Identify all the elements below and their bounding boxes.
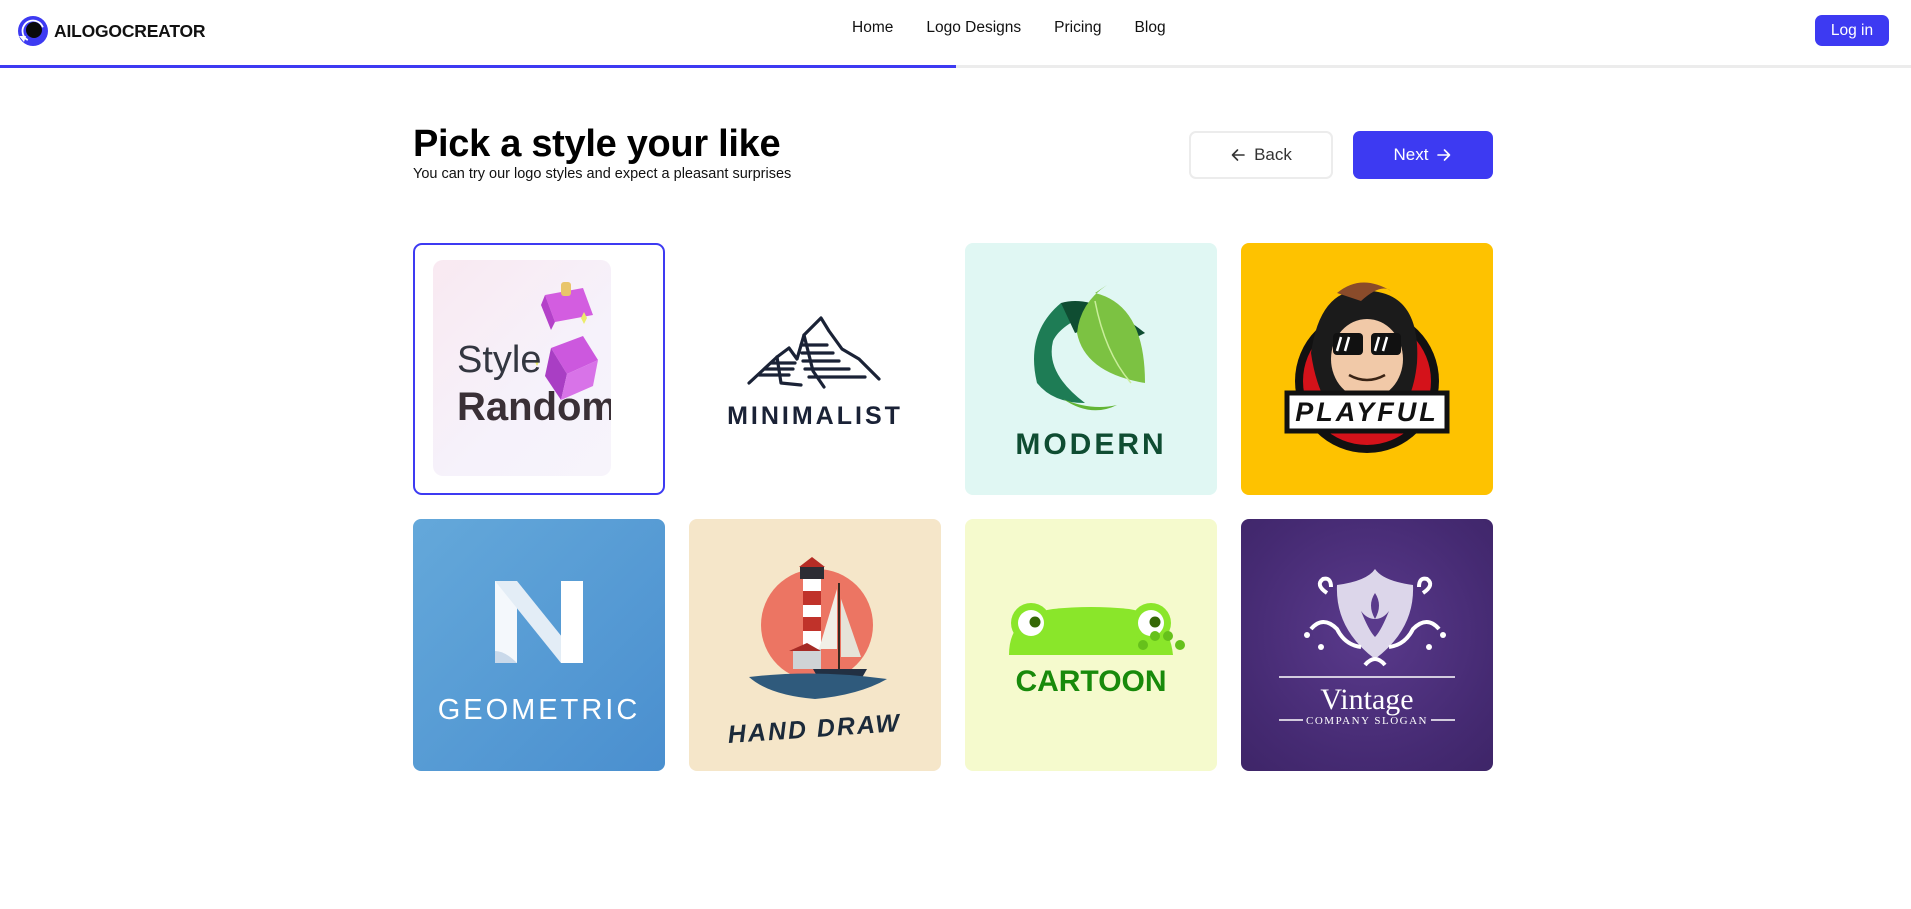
- style-card-cartoon[interactable]: CARTOON: [965, 519, 1217, 771]
- page-subtitle: You can try our logo styles and expect a…: [413, 166, 792, 182]
- nav-link-home[interactable]: Home: [852, 19, 893, 37]
- style-random-line1: Style: [457, 339, 541, 381]
- style-card-playful[interactable]: PLAYFUL: [1241, 243, 1493, 495]
- style-card-minimalist[interactable]: MINIMALIST: [689, 243, 941, 495]
- brand-name: AILOGOCREATOR: [54, 20, 206, 41]
- style-modern-label: MODERN: [1015, 428, 1166, 461]
- login-button[interactable]: Log in: [1815, 15, 1889, 46]
- back-button-label: Back: [1254, 145, 1292, 164]
- style-card-random[interactable]: Style Random: [413, 243, 665, 495]
- style-card-geometric[interactable]: GEOMETRIC: [413, 519, 665, 771]
- nav-link-logo-designs[interactable]: Logo Designs: [926, 19, 1021, 37]
- crest-icon: [1304, 569, 1446, 667]
- style-card-vintage[interactable]: Vintage COMPANY SLOGAN: [1241, 519, 1493, 771]
- style-playful-label: PLAYFUL: [1295, 397, 1439, 427]
- style-cartoon-label: CARTOON: [1015, 665, 1166, 698]
- arrow-left-icon: [1231, 149, 1245, 161]
- page-title: Pick a style your like: [413, 123, 781, 165]
- style-hand-draw-label: HAND DRAW: [727, 709, 902, 749]
- progress-bar-fill: [0, 65, 956, 68]
- brand[interactable]: AILOGOCREATOR: [16, 14, 206, 48]
- style-minimalist-label: MINIMALIST: [727, 402, 903, 430]
- style-vintage-label: Vintage: [1320, 683, 1413, 716]
- style-random-line2: Random: [457, 385, 611, 429]
- top-navbar: AILOGOCREATOR Home Logo Designs Pricing …: [0, 0, 1911, 66]
- style-geometric-label: GEOMETRIC: [438, 694, 641, 726]
- geometric-n-icon: [495, 581, 583, 663]
- style-random-image: Style Random: [433, 260, 611, 476]
- back-button[interactable]: Back: [1189, 131, 1333, 179]
- frog-icon: [1009, 603, 1173, 655]
- main-nav: Home Logo Designs Pricing Blog: [852, 19, 1166, 37]
- progress-bar: [0, 65, 1911, 68]
- arrow-right-icon: [1437, 149, 1451, 161]
- next-button[interactable]: Next: [1353, 131, 1493, 179]
- gift-box-icon: [535, 282, 598, 400]
- ailogocreator-logo-icon: [18, 16, 48, 46]
- style-grid: Style Random MINIMALIST MODERN PLAYFUL G…: [413, 243, 1493, 771]
- style-vintage-slogan: COMPANY SLOGAN: [1306, 715, 1428, 727]
- lighthouse-illustration-icon: [749, 557, 887, 699]
- leaf-icon: [1034, 285, 1145, 411]
- style-card-hand-draw[interactable]: HAND DRAW: [689, 519, 941, 771]
- nav-link-blog[interactable]: Blog: [1135, 19, 1166, 37]
- mountain-icon: [747, 316, 881, 389]
- style-card-modern[interactable]: MODERN: [965, 243, 1217, 495]
- next-button-label: Next: [1393, 145, 1429, 164]
- nav-link-pricing[interactable]: Pricing: [1054, 19, 1101, 37]
